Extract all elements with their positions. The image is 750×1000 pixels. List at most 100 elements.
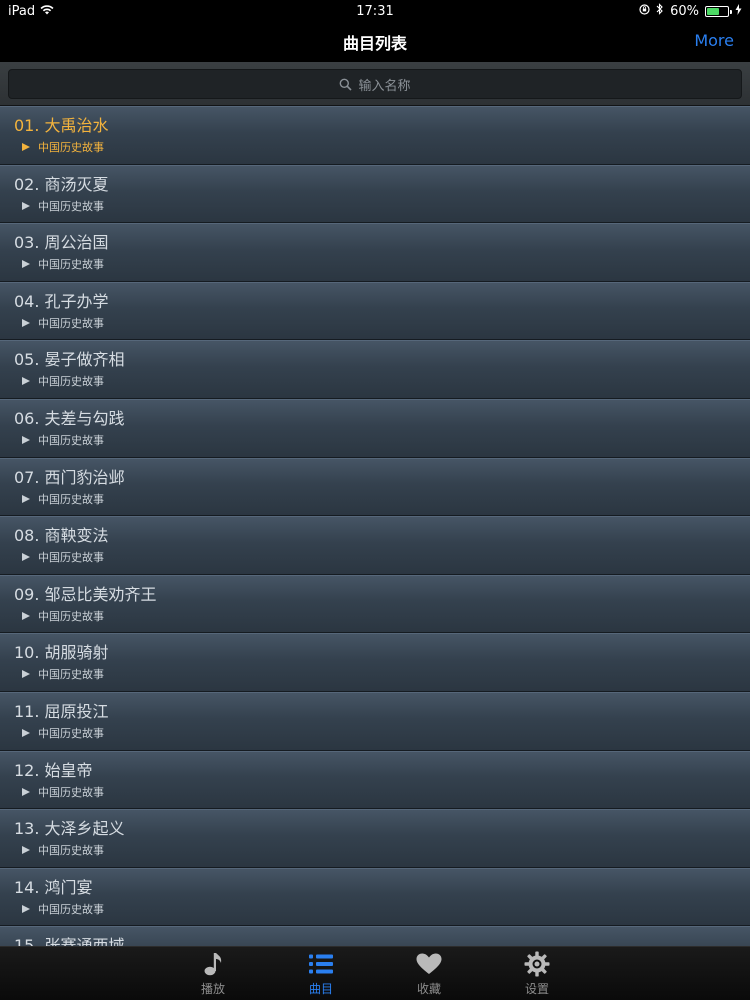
- track-subtitle: 中国历史故事: [38, 316, 104, 330]
- wifi-icon: [40, 4, 54, 19]
- play-icon: [22, 377, 30, 386]
- orientation-lock-icon: [639, 3, 650, 19]
- play-icon: [22, 201, 30, 210]
- list-item[interactable]: 01. 大禹治水中国历史故事: [0, 106, 750, 165]
- tab-play-label: 播放: [200, 982, 225, 996]
- track-subtitle-row: 中国历史故事: [14, 901, 736, 917]
- track-subtitle: 中国历史故事: [38, 199, 104, 213]
- search-input[interactable]: 输入名称: [8, 69, 742, 99]
- track-subtitle: 中国历史故事: [38, 141, 104, 154]
- track-subtitle: 中国历史故事: [38, 258, 104, 272]
- track-subtitle-row: 中国历史故事: [14, 198, 736, 214]
- list-item[interactable]: 04. 孔子办学中国历史故事: [0, 281, 750, 341]
- charging-icon: [735, 3, 742, 19]
- track-subtitle: 中国历史故事: [38, 668, 104, 682]
- track-title: 09. 邹忌比美劝齐王: [14, 584, 157, 604]
- play-icon: [22, 318, 30, 327]
- tab-tracks[interactable]: 曲目: [291, 947, 351, 1000]
- heart-icon: [415, 950, 443, 978]
- list-item[interactable]: 09. 邹忌比美劝齐王中国历史故事: [0, 574, 750, 634]
- track-title: 12. 始皇帝: [14, 760, 93, 780]
- list-item[interactable]: 02. 商汤灭夏 中国历史故事: [0, 164, 750, 224]
- tab-favorites[interactable]: 收藏: [399, 947, 459, 1000]
- list-item[interactable]: 07. 西门豹治邺中国历史故事: [0, 457, 750, 517]
- track-title: 14. 鸿门宴: [14, 877, 93, 897]
- track-title: 10. 胡服骑射: [14, 643, 109, 663]
- list-item[interactable]: 15. 张骞通西域中国历史故事: [0, 926, 750, 946]
- track-subtitle-row: 中国历史故事: [14, 491, 736, 507]
- navigation-bar: 曲目列表 More: [0, 22, 750, 62]
- page-title: 曲目列表: [342, 34, 407, 53]
- list-item[interactable]: 03. 周公治国中国历史故事: [0, 223, 750, 282]
- track-subtitle-row: 中国历史故事: [14, 549, 736, 565]
- list-item[interactable]: 12. 始皇帝中国历史故事: [0, 750, 750, 810]
- track-subtitle-row: 中国历史故事: [14, 373, 736, 389]
- tab-bar: 播放 曲目 收藏 设置: [0, 946, 750, 1000]
- track-title: 05. 晏子做齐相: [14, 350, 125, 370]
- track-subtitle-row: 中国历史故事: [14, 842, 736, 858]
- track-subtitle-row: 中国历史故事: [14, 315, 736, 331]
- track-subtitle: 中国历史故事: [38, 785, 104, 799]
- track-title: 07. 西门豹治邺: [14, 467, 125, 487]
- more-button[interactable]: More: [694, 31, 734, 50]
- bluetooth-icon: [656, 3, 664, 19]
- track-title: 03. 周公治国: [14, 233, 109, 253]
- track-subtitle-row: 中国历史故事: [14, 139, 736, 155]
- battery-percent: 60%: [670, 3, 699, 19]
- status-right: 60%: [639, 3, 742, 19]
- music-note-icon: [199, 950, 227, 978]
- play-icon: [22, 846, 30, 855]
- track-subtitle: 中国历史故事: [38, 844, 104, 858]
- track-subtitle: 中国历史故事: [38, 375, 104, 389]
- track-subtitle-row: 中国历史故事: [14, 784, 736, 800]
- tab-settings[interactable]: 设置: [507, 947, 567, 1000]
- track-list[interactable]: 01. 大禹治水 中国历史故事 02. 商汤灭夏 中国历史故事 03. 周公治国 中国历史…: [0, 106, 750, 946]
- track-subtitle-row: 中国历史故事: [14, 666, 736, 682]
- track-subtitle: 中国历史故事: [38, 726, 104, 740]
- track-subtitle-row: 中国历史故事: [14, 432, 736, 448]
- search-bar: 输入名称: [0, 62, 750, 106]
- track-title: 15. 张骞通西域: [14, 936, 125, 946]
- tab-favorites-label: 收藏: [416, 982, 441, 996]
- tab-play[interactable]: 播放: [183, 947, 243, 1000]
- play-icon: [22, 143, 30, 151]
- track-title: 11. 屈原投江: [14, 701, 109, 721]
- track-title: 04. 孔子办学: [14, 291, 109, 311]
- play-icon: [22, 260, 30, 269]
- play-icon: [22, 728, 30, 737]
- track-subtitle-row: 中国历史故事: [14, 725, 736, 741]
- track-subtitle: 中国历史故事: [38, 433, 104, 447]
- track-subtitle: 中国历史故事: [38, 609, 104, 623]
- device-label: iPad: [8, 3, 36, 19]
- track-title: 01. 大禹治水: [14, 116, 109, 135]
- status-left: iPad: [8, 4, 54, 19]
- play-icon: [22, 435, 30, 444]
- list-item[interactable]: 14. 鸿门宴中国历史故事: [0, 867, 750, 927]
- tab-settings-label: 设置: [524, 982, 549, 996]
- track-subtitle: 中国历史故事: [38, 902, 104, 916]
- play-icon: [22, 904, 30, 913]
- list-item[interactable]: 11. 屈原投江中国历史故事: [0, 691, 750, 751]
- track-title: 13. 大泽乡起义: [14, 819, 125, 839]
- play-icon: [22, 670, 30, 679]
- track-subtitle: 中国历史故事: [38, 492, 104, 506]
- battery-fill: [707, 7, 719, 15]
- track-subtitle: 中国历史故事: [38, 551, 104, 565]
- gear-icon: [523, 950, 551, 978]
- play-icon: [22, 494, 30, 503]
- track-subtitle-row: 中国历史故事: [14, 256, 736, 272]
- list-item[interactable]: 10. 胡服骑射中国历史故事: [0, 633, 750, 692]
- list-icon: [307, 950, 335, 978]
- list-item[interactable]: 05. 晏子做齐相中国历史故事: [0, 340, 750, 399]
- list-item[interactable]: 08. 商鞅变法中国历史故事: [0, 516, 750, 575]
- search-placeholder: 输入名称: [358, 78, 411, 94]
- battery-icon: [705, 5, 732, 17]
- play-icon: [22, 611, 30, 620]
- list-item[interactable]: 06. 夫差与勾践 中国历史故事: [0, 398, 750, 458]
- search-icon: [339, 78, 353, 91]
- list-item[interactable]: 13. 大泽乡起义中国历史故事: [0, 809, 750, 868]
- play-icon: [22, 787, 30, 796]
- status-bar: iPad 17:31 60%: [0, 0, 750, 22]
- play-icon: [22, 553, 30, 562]
- track-title: 08. 商鞅变法: [14, 526, 109, 546]
